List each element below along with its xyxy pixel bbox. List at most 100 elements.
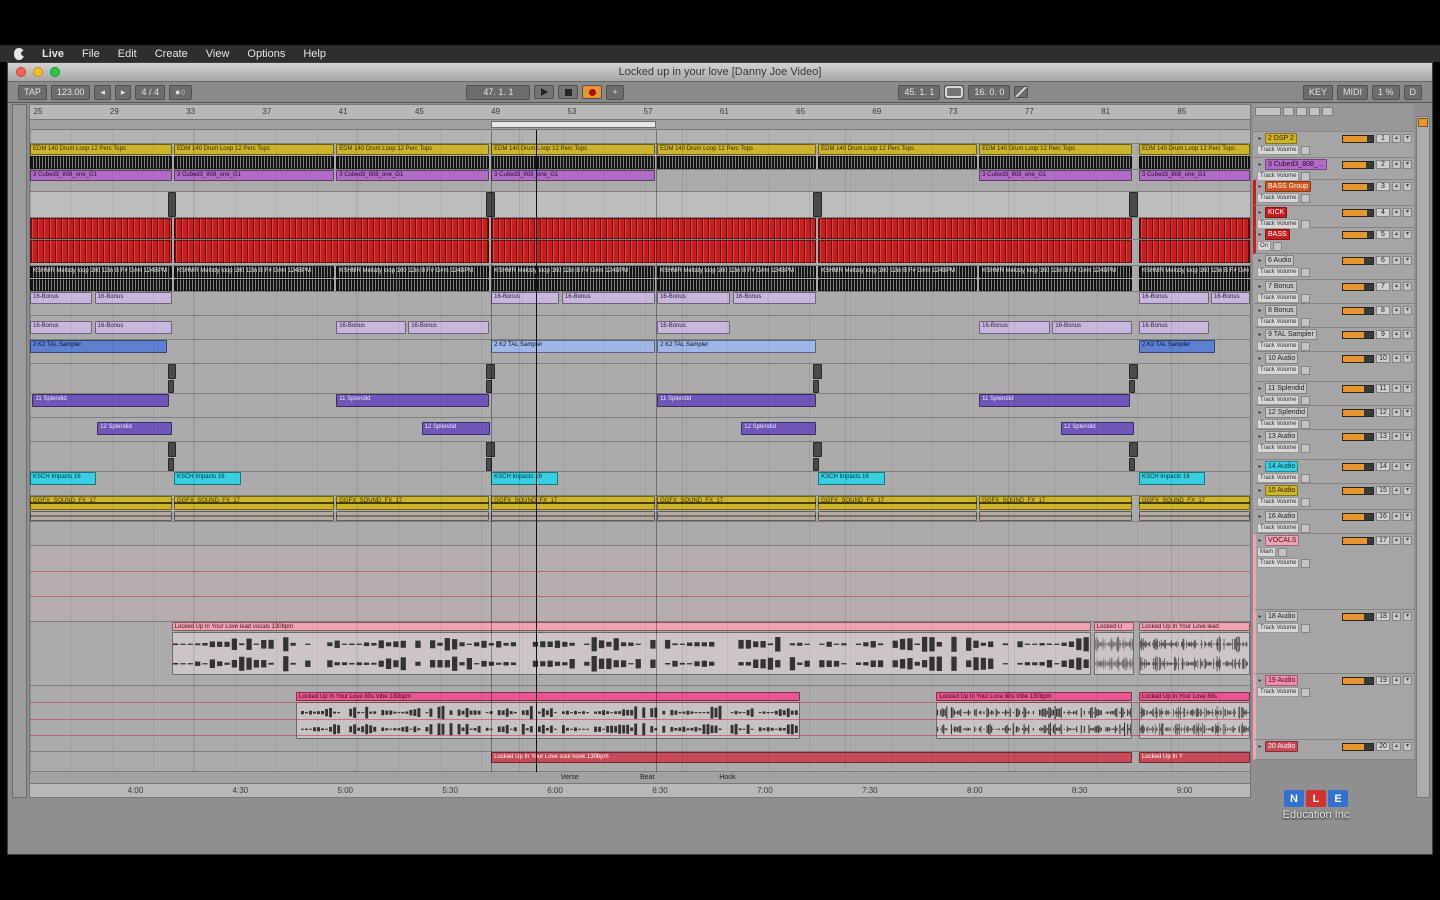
track-number-box[interactable]: 15 (1376, 486, 1390, 495)
clip[interactable]: KSHMR Melody loop 160 12in B F# G#m 124B… (491, 266, 654, 278)
clip[interactable]: 3 Cubed3_808_one_G1 (30, 170, 172, 181)
fold-arrow-icon[interactable]: ▸ (1257, 307, 1263, 314)
track-sub-control[interactable]: Track Volume (1257, 341, 1299, 351)
track-number-box[interactable]: 14 (1376, 462, 1390, 471)
track-name[interactable]: KICK (1265, 207, 1287, 218)
master-fold-button[interactable] (1418, 118, 1428, 127)
track-number-box[interactable]: 13 (1376, 432, 1390, 441)
track-arm-button[interactable]: ▴ (1392, 330, 1401, 339)
clip[interactable]: 16-Bonus (657, 292, 730, 304)
clip[interactable]: 3 Cubed3_808_one_G1 (491, 170, 654, 181)
clip[interactable] (30, 156, 172, 169)
nudge-down-button[interactable]: ◂ (94, 85, 111, 100)
fold-arrow-icon[interactable]: ▸ (1257, 409, 1263, 416)
clip[interactable]: 2 K2 TAL Sampler (30, 340, 167, 353)
track-solo-button[interactable]: ▾ (1403, 208, 1412, 217)
clip[interactable]: GGFX_SOUND_FX_17 (30, 496, 172, 510)
clip[interactable] (486, 380, 492, 393)
track-volume-slider[interactable] (1342, 463, 1374, 471)
track-sub-mini-box[interactable] (1273, 242, 1282, 251)
fold-arrow-icon[interactable]: ▸ (1257, 355, 1263, 362)
clip[interactable] (818, 156, 977, 169)
clip[interactable]: 2 K2 TAL Sampler (657, 340, 816, 353)
track-name[interactable]: 11 Splendid (1265, 383, 1307, 394)
clip[interactable]: 11 Splendid (32, 394, 169, 407)
track-sub-control[interactable]: On (1257, 241, 1271, 251)
metronome-toggle[interactable]: ●○ (169, 85, 192, 100)
clip[interactable]: KSHMR Melody loop 160 12in B F# G#m 124B… (336, 266, 489, 278)
clip[interactable]: KSHMR Melody loop 160 12in B F# G#m 124B… (1139, 266, 1250, 278)
track-sub-mini-box[interactable] (1301, 194, 1310, 203)
clip[interactable]: GGFX_SOUND_FX_17 (336, 496, 489, 510)
clip[interactable]: 3 Cubed3_808_one_G1 (174, 170, 334, 181)
clip[interactable] (168, 192, 177, 217)
clip[interactable] (818, 218, 1132, 239)
track-arm-button[interactable]: ▴ (1392, 182, 1401, 191)
clip[interactable] (1139, 702, 1250, 739)
clip[interactable]: KSCH Impacts 16 (30, 472, 96, 485)
track-name[interactable]: 2 DSP 2 (1265, 133, 1297, 144)
clip[interactable]: 11 Splendid (979, 394, 1130, 407)
menu-item-view[interactable]: View (206, 48, 230, 60)
clip[interactable]: GGFX_SOUND_FX_17 (979, 496, 1132, 510)
track-volume-slider[interactable] (1342, 513, 1374, 521)
clip[interactable] (30, 218, 172, 239)
track-solo-button[interactable]: ▾ (1403, 182, 1412, 191)
track-number-box[interactable]: 11 (1376, 384, 1390, 393)
clip[interactable] (30, 279, 172, 291)
track-volume-slider[interactable] (1342, 613, 1374, 621)
play-button[interactable] (534, 85, 554, 99)
clip[interactable]: EDM 140 Drum Loop 12 Perc Tops (30, 144, 172, 155)
clip[interactable]: EDM 140 Drum Loop 12 Perc Tops (818, 144, 977, 155)
track-sub-control[interactable]: Track Volume (1257, 443, 1299, 453)
clip[interactable] (486, 442, 495, 457)
track-sub-mini-box[interactable] (1301, 498, 1310, 507)
track-sub-control[interactable]: Track Volume (1257, 395, 1299, 405)
track-name[interactable]: 7 Bonus (1265, 281, 1297, 292)
track-solo-button[interactable]: ▾ (1403, 408, 1412, 417)
track-name[interactable]: 20 Audio (1265, 741, 1298, 752)
close-button[interactable] (16, 67, 26, 77)
clip[interactable] (174, 156, 334, 169)
zoom-button[interactable] (50, 67, 60, 77)
clip[interactable]: 16-Bonus (30, 321, 92, 334)
track-name[interactable]: 8 Bonus (1265, 305, 1297, 316)
fold-arrow-icon[interactable]: ▸ (1257, 257, 1263, 264)
track-number-box[interactable]: 9 (1376, 330, 1390, 339)
clip[interactable]: 16-Bonus (657, 321, 730, 334)
clip[interactable] (174, 218, 489, 239)
track-sub-control[interactable]: Track Volume (1257, 558, 1299, 568)
track-solo-button[interactable]: ▾ (1403, 282, 1412, 291)
track-sub-control[interactable]: Track Volume (1257, 623, 1299, 633)
track-arm-button[interactable]: ▴ (1392, 432, 1401, 441)
locator-marker[interactable]: Hook (719, 774, 735, 781)
arrangement-position-field[interactable]: 47. 1. 1 (466, 85, 530, 100)
clip[interactable] (336, 511, 489, 521)
midi-map-button[interactable]: MIDI (1337, 85, 1368, 100)
track-sub-control[interactable]: Track Volume (1257, 687, 1299, 697)
track-number-box[interactable]: 12 (1376, 408, 1390, 417)
track-volume-slider[interactable] (1342, 135, 1374, 143)
clip[interactable]: 3 Cubed3_808_one_G1 (336, 170, 489, 181)
track-sub-mini-box[interactable] (1301, 342, 1310, 351)
fold-arrow-icon[interactable]: ▸ (1257, 537, 1263, 544)
track-solo-button[interactable]: ▾ (1403, 256, 1412, 265)
clip[interactable] (979, 156, 1132, 169)
track-solo-button[interactable]: ▾ (1403, 486, 1412, 495)
clip[interactable]: 16-Bonus (95, 292, 172, 304)
master-track-strip[interactable] (1416, 116, 1430, 798)
track-name[interactable]: 18 Audio (1265, 611, 1298, 622)
track-number-box[interactable]: 2 (1376, 160, 1390, 169)
track-volume-slider[interactable] (1342, 355, 1374, 363)
clip[interactable]: 11 Splendid (336, 394, 489, 407)
clip[interactable]: EDM 140 Drum Loop 12 Perc Tops (657, 144, 816, 155)
fold-arrow-icon[interactable]: ▸ (1257, 385, 1263, 392)
clip[interactable] (296, 702, 800, 739)
track-sub-mini-box[interactable] (1301, 268, 1310, 277)
clip[interactable]: Locked Up In Your Love lead vocals 130bp… (172, 622, 1092, 631)
clip[interactable]: 16-Bonus (1139, 321, 1209, 334)
track-volume-slider[interactable] (1342, 231, 1374, 239)
clip[interactable]: 16-Bonus (491, 292, 559, 304)
track-name[interactable]: BASS Group (1265, 181, 1311, 192)
fold-arrow-icon[interactable]: ▸ (1257, 433, 1263, 440)
